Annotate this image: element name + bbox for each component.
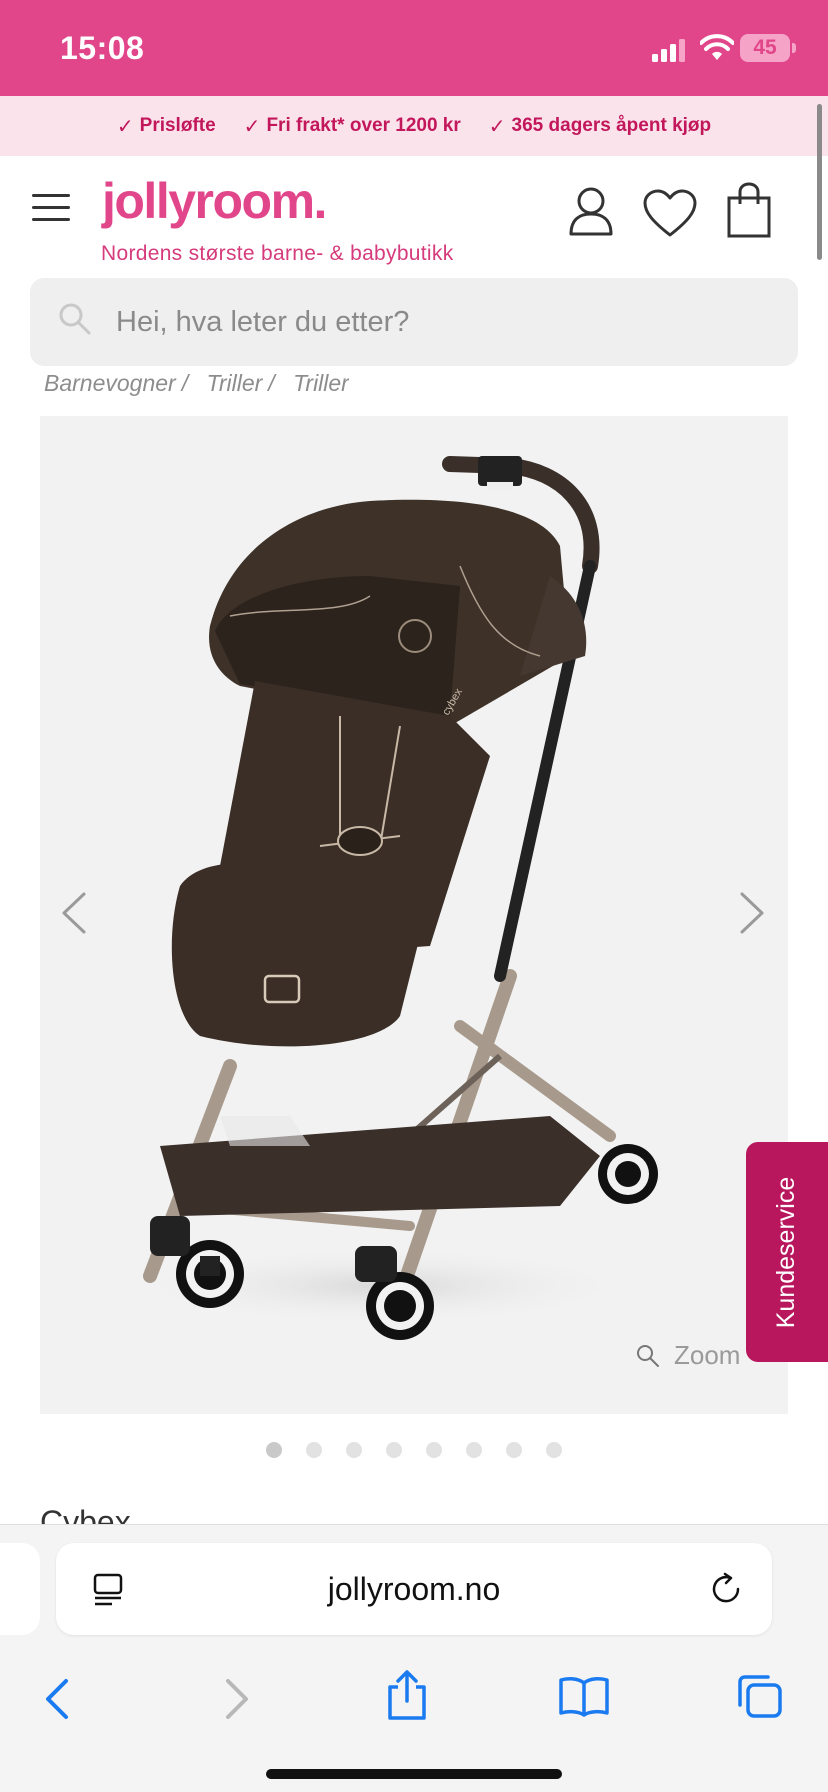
wheel — [598, 1144, 658, 1204]
browser-chrome: jollyroom.no — [0, 1524, 828, 1792]
chevron-right-icon[interactable] — [736, 890, 768, 936]
site-header: jollyroom. Nordens største barne- & baby… — [0, 156, 828, 276]
search-icon — [59, 303, 91, 335]
breadcrumb-item[interactable]: Barnevogner — [44, 370, 176, 396]
usp-item: ✓ Fri frakt* over 1200 kr — [244, 114, 461, 139]
url-text: jollyroom.no — [327, 1571, 501, 1607]
battery-indicator: 45 — [740, 34, 790, 62]
wheel — [366, 1272, 434, 1340]
share-icon[interactable] — [386, 1669, 428, 1721]
pagination-dot[interactable] — [346, 1442, 362, 1458]
check-icon: ✓ — [488, 115, 506, 138]
heart-icon[interactable] — [642, 188, 698, 238]
usp-label: Prisløfte — [139, 115, 216, 136]
stroller-illustration: cybex — [120, 456, 658, 1340]
breadcrumb-item[interactable]: Triller — [206, 370, 262, 396]
pagination-dot[interactable] — [306, 1442, 322, 1458]
previous-tab-preview[interactable] — [0, 1543, 40, 1635]
scrollbar[interactable] — [817, 104, 822, 260]
customer-service-tab[interactable]: Kundeservice — [746, 1142, 828, 1362]
chevron-left-icon[interactable] — [58, 890, 90, 936]
search-input[interactable] — [116, 296, 756, 348]
zoom-button[interactable]: Zoom — [636, 1340, 740, 1371]
cart-icon[interactable] — [726, 182, 772, 238]
image-pagination — [0, 1442, 828, 1458]
forward-icon[interactable] — [222, 1677, 252, 1721]
zoom-label: Zoom — [674, 1340, 741, 1370]
usp-strip: ✓ Prisløfte ✓ Fri frakt* over 1200 kr ✓ … — [0, 96, 828, 156]
pagination-dot-active[interactable] — [266, 1442, 282, 1458]
pagination-dot[interactable] — [546, 1442, 562, 1458]
usp-label: Fri frakt* over 1200 kr — [266, 115, 461, 136]
breadcrumb: Barnevogner / Triller / Triller — [44, 370, 349, 400]
home-indicator[interactable] — [266, 1769, 562, 1779]
pagination-dot[interactable] — [466, 1442, 482, 1458]
usp-item: ✓ 365 dagers åpent kjøp — [489, 114, 711, 139]
tabs-icon[interactable] — [736, 1673, 784, 1719]
bookmarks-icon[interactable] — [558, 1675, 610, 1717]
search-bar[interactable] — [30, 278, 798, 366]
magnifier-icon — [637, 1344, 659, 1367]
site-tagline: Nordens største barne- & babybutikk — [101, 242, 454, 265]
check-icon: ✓ — [116, 115, 134, 138]
address-bar[interactable]: jollyroom.no — [56, 1543, 772, 1635]
reload-icon[interactable] — [708, 1571, 744, 1607]
usp-label: 365 dagers åpent kjøp — [511, 115, 712, 136]
status-bar: 15:08 45 — [0, 0, 828, 96]
pagination-dot[interactable] — [506, 1442, 522, 1458]
wifi-icon — [700, 34, 734, 60]
pagination-dot[interactable] — [386, 1442, 402, 1458]
breadcrumb-item[interactable]: Triller — [293, 370, 349, 396]
site-logo[interactable]: jollyroom. — [102, 172, 327, 230]
usp-item: ✓ Prisløfte — [117, 114, 216, 139]
battery-tip — [792, 43, 796, 53]
signal-icon — [652, 39, 685, 62]
account-icon[interactable] — [568, 186, 614, 236]
pagination-dot[interactable] — [426, 1442, 442, 1458]
product-image[interactable]: cybex — [40, 416, 788, 1414]
check-icon: ✓ — [243, 115, 261, 138]
back-icon[interactable] — [42, 1677, 72, 1721]
breadcrumb-separator: / — [181, 370, 189, 396]
breadcrumb-separator: / — [268, 370, 275, 396]
app-page: 15:08 45 ✓ Prisløfte ✓ Fri frakt* over 1… — [0, 0, 828, 1792]
customer-service-label: Kundeservice — [772, 1176, 801, 1328]
status-time: 15:08 — [60, 30, 145, 66]
menu-icon[interactable] — [32, 194, 70, 224]
browser-toolbar — [0, 1651, 828, 1747]
